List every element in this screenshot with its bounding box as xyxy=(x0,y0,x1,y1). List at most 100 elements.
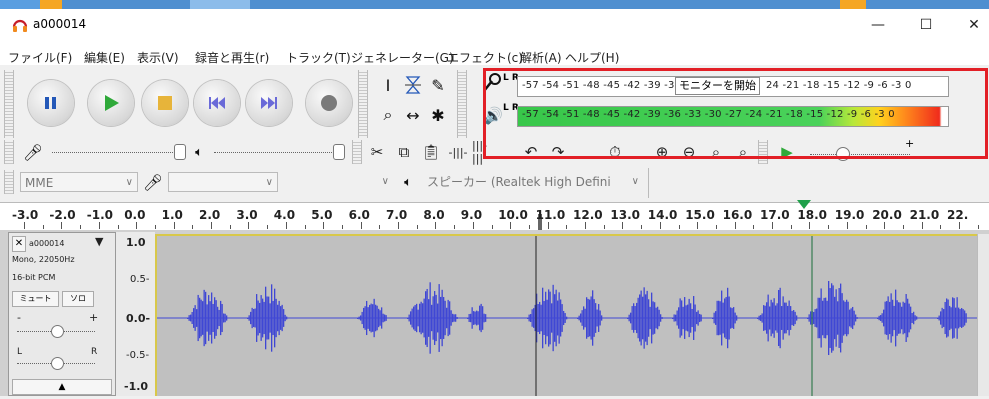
waveform-sample xyxy=(431,304,433,332)
toolbar-grip[interactable] xyxy=(4,170,14,194)
highlight-box xyxy=(483,68,988,159)
microphone-icon: 🎤︎ xyxy=(142,172,164,192)
track-menu-chevron-icon[interactable]: ▼ xyxy=(95,235,103,248)
waveform-sample xyxy=(643,287,645,349)
playback-device-select[interactable]: スピーカー (Realtek High Defini ∨ xyxy=(423,172,643,192)
waveform-sample xyxy=(194,305,196,331)
waveform-sample xyxy=(266,296,268,340)
waveform-sample xyxy=(197,294,199,342)
vertical-scrollbar[interactable] xyxy=(977,234,989,396)
waveform-sample xyxy=(758,315,760,321)
pan-left-label: L xyxy=(17,347,23,357)
waveform-sample xyxy=(826,300,828,336)
recording-channels-select[interactable]: ∨ xyxy=(283,172,393,192)
pan-slider-thumb[interactable] xyxy=(51,357,64,370)
mute-button[interactable]: ミュート xyxy=(12,291,59,307)
menu-edit[interactable]: 編集(E) xyxy=(84,49,125,66)
draw-tool-icon[interactable]: ✎ xyxy=(427,74,449,96)
stop-icon xyxy=(142,80,188,126)
waveform-sample xyxy=(563,310,565,326)
minimize-button[interactable]: — xyxy=(863,13,893,37)
pause-icon xyxy=(28,80,74,126)
close-button[interactable]: ✕ xyxy=(959,13,989,37)
waveform-sample xyxy=(687,304,689,332)
close-track-button[interactable]: ✕ xyxy=(12,236,26,252)
solo-button[interactable]: ソロ xyxy=(62,291,94,307)
waveform-sample xyxy=(655,307,657,329)
ruler-tick xyxy=(547,222,549,229)
toolbar-grip[interactable] xyxy=(457,70,467,138)
skip-to-start-button[interactable] xyxy=(194,80,240,126)
waveform-sample xyxy=(794,311,796,325)
multi-tool-icon[interactable]: ✱ xyxy=(427,104,449,126)
recording-volume-slider[interactable] xyxy=(52,152,179,154)
stop-button[interactable] xyxy=(142,80,188,126)
selection-tool-icon[interactable]: I xyxy=(377,74,399,96)
menu-view[interactable]: 表示(V) xyxy=(137,49,179,66)
cut-icon[interactable]: ✂ xyxy=(364,140,390,164)
menu-tracks[interactable]: トラック(T) xyxy=(286,49,351,66)
paste-icon[interactable]: 📋︎ xyxy=(418,140,444,164)
waveform-sample xyxy=(549,291,551,345)
waveform-sample xyxy=(557,300,559,336)
waveform-sample xyxy=(676,310,678,326)
menu-generate[interactable]: ジェネレーター(G) xyxy=(351,49,454,66)
waveform-sample xyxy=(450,310,452,326)
waveform-sample xyxy=(899,302,901,334)
playback-volume-thumb[interactable] xyxy=(333,144,345,160)
zoom-tool-icon[interactable]: ⌕ xyxy=(377,104,399,126)
ruler-tick xyxy=(734,222,736,229)
menu-effect[interactable]: エフェクト(c) xyxy=(447,49,523,66)
playback-volume-slider[interactable] xyxy=(214,152,338,154)
skip-to-end-button[interactable] xyxy=(246,80,292,126)
waveform-sample xyxy=(268,296,270,340)
ruler-tick-label: -3.0 xyxy=(12,208,39,222)
waveform-sample xyxy=(560,299,562,337)
ruler-tick xyxy=(323,222,325,229)
ruler-tick xyxy=(211,222,212,229)
title-bar xyxy=(0,9,989,41)
pause-button[interactable] xyxy=(28,80,74,126)
collapse-track-button[interactable]: ▲ xyxy=(12,379,112,395)
play-button[interactable] xyxy=(88,80,134,126)
toolbar-grip[interactable] xyxy=(4,140,14,164)
toolbar-grip[interactable] xyxy=(352,140,362,164)
waveform-sample xyxy=(414,305,416,331)
waveform-sample xyxy=(718,300,720,336)
waveform-sample xyxy=(691,308,693,328)
menu-analyze[interactable]: 解析(A) xyxy=(520,49,562,66)
ruler-tick xyxy=(772,222,773,229)
ruler-tick xyxy=(921,222,923,229)
ruler-tick-label: 4.0 xyxy=(273,208,296,222)
waveform-sample xyxy=(590,296,592,340)
menu-transport[interactable]: 録音と再生(r) xyxy=(195,49,269,66)
waveform-sample xyxy=(283,309,285,327)
ruler-tick-label: 15.0 xyxy=(685,208,715,222)
record-button[interactable] xyxy=(306,80,352,126)
timeshift-tool-icon[interactable]: ↔ xyxy=(402,104,424,126)
maximize-button[interactable]: ☐ xyxy=(911,13,941,37)
waveform-sample xyxy=(898,302,900,334)
menu-file[interactable]: ファイル(F) xyxy=(8,49,72,66)
waveform-sample xyxy=(940,311,942,325)
toolbar-grip[interactable] xyxy=(4,70,14,138)
waveform-sample xyxy=(895,289,897,347)
toolbar-grip[interactable] xyxy=(358,70,368,138)
ruler-tick xyxy=(24,222,25,229)
amplitude-scale[interactable]: 1.0 0.5- 0.0- -0.5- -1.0 xyxy=(116,232,155,396)
trim-icon[interactable]: -|||- xyxy=(445,140,471,164)
menu-help[interactable]: ヘルプ(H) xyxy=(565,49,619,66)
gain-slider-thumb[interactable] xyxy=(51,325,64,338)
waveform-sample xyxy=(546,299,548,337)
waveform-sample xyxy=(226,315,228,321)
track-name[interactable]: a000014 xyxy=(29,239,64,248)
ruler-tick xyxy=(98,222,100,229)
audio-host-select[interactable]: MME ∨ xyxy=(20,172,138,192)
waveform-area[interactable] xyxy=(155,234,977,396)
recording-volume-thumb[interactable] xyxy=(174,144,186,160)
waveform-sample xyxy=(262,298,264,338)
recording-device-select[interactable]: ∨ xyxy=(168,172,278,192)
envelope-tool-icon[interactable] xyxy=(402,74,424,96)
waveform-sample xyxy=(946,298,948,338)
copy-icon[interactable]: ⧉ xyxy=(391,140,417,164)
